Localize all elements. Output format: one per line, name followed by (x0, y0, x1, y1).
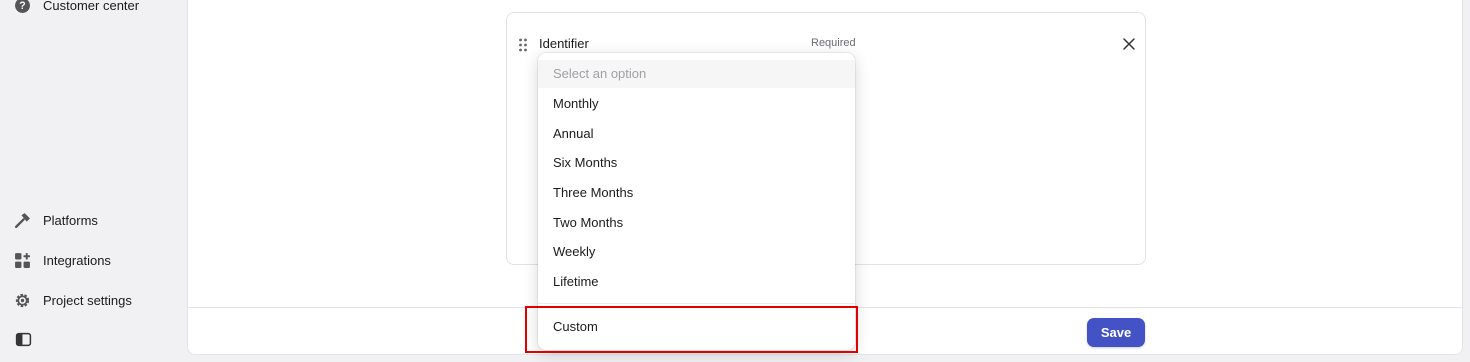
sidebar-item-customer-center[interactable]: ? Customer center (14, 0, 139, 17)
sidebar-item-project-settings[interactable]: Project settings (14, 288, 132, 312)
option-six-months[interactable]: Six Months (538, 149, 855, 177)
option-annual[interactable]: Annual (538, 120, 855, 148)
required-label: Required (811, 37, 856, 49)
option-weekly[interactable]: Weekly (538, 238, 855, 266)
sidebar-item-platforms[interactable]: Platforms (14, 208, 98, 232)
sidebar-item-label: Platforms (43, 212, 98, 228)
svg-text:?: ? (19, 0, 25, 12)
question-circle-icon: ? (14, 0, 31, 14)
grid-plus-icon (14, 252, 31, 269)
sidebar: ? Customer center Platforms Integrations… (0, 0, 186, 362)
option-three-months[interactable]: Three Months (538, 179, 855, 207)
option-custom[interactable]: Custom (538, 313, 855, 341)
option-lifetime[interactable]: Lifetime (538, 268, 855, 296)
sidebar-item-integrations[interactable]: Integrations (14, 248, 111, 272)
close-icon[interactable] (1122, 37, 1136, 51)
option-monthly[interactable]: Monthly (538, 90, 855, 118)
drag-handle-icon[interactable] (518, 38, 528, 52)
option-two-months[interactable]: Two Months (538, 209, 855, 237)
hammer-icon (14, 212, 31, 229)
save-button[interactable]: Save (1087, 318, 1145, 347)
sidebar-item-label: Customer center (43, 0, 140, 13)
option-dropdown: Select an option Monthly Annual Six Mont… (538, 53, 855, 350)
dropdown-divider (538, 303, 855, 304)
gear-icon (14, 292, 31, 309)
sidebar-toggle-icon[interactable] (15, 331, 32, 348)
field-label: Identifier (539, 36, 589, 51)
dropdown-placeholder: Select an option (538, 60, 855, 88)
sidebar-item-label: Integrations (43, 252, 111, 268)
sidebar-item-label: Project settings (43, 292, 132, 308)
